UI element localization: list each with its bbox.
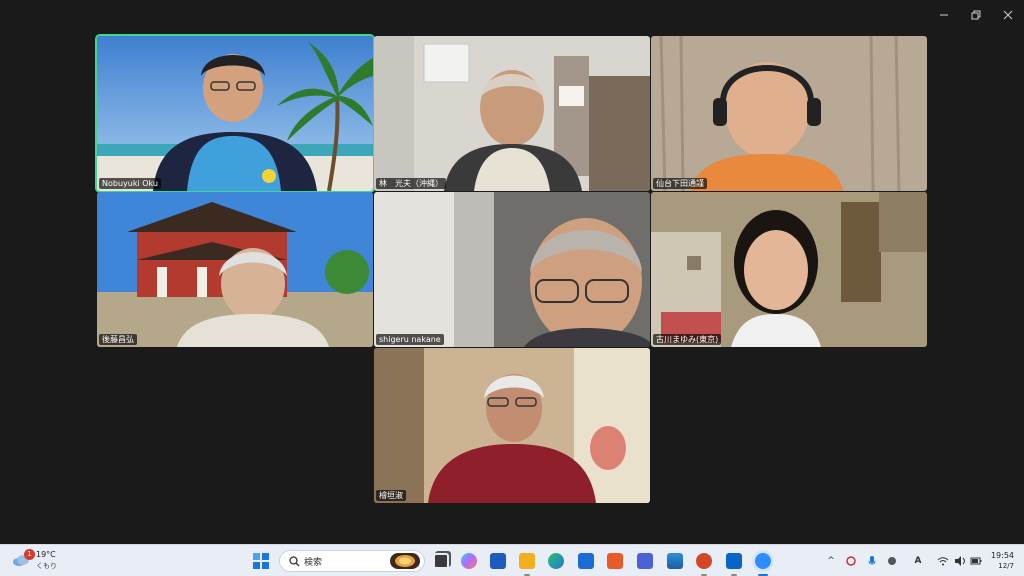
- wifi-icon[interactable]: [937, 555, 949, 567]
- clock-date: 12/7: [998, 562, 1014, 570]
- participant-name: shigeru nakane: [376, 334, 444, 345]
- video-tile-2[interactable]: 林 光夫（沖縄）: [374, 36, 650, 191]
- search-placeholder: 検索: [304, 558, 323, 568]
- restore-icon[interactable]: [960, 0, 992, 30]
- participant-video: [97, 36, 373, 191]
- participant-name: 後藤昌弘: [99, 334, 137, 345]
- copilot-icon[interactable]: [461, 553, 477, 569]
- clock-time: 19:54: [990, 551, 1014, 560]
- weather-temperature: 19°C: [36, 550, 56, 559]
- video-tile-7[interactable]: 檜垣淑: [374, 348, 650, 503]
- participant-video: [651, 192, 927, 347]
- participant-video: [97, 192, 373, 347]
- participant-name: 古川まゆみ(東京): [653, 334, 722, 345]
- zoom-meeting-window: Nobuyuki Oku 林 光夫（沖縄） 仙台下田通謹 後藤昌弘 shiger…: [0, 0, 1024, 576]
- store-icon[interactable]: [578, 553, 594, 569]
- participant-video: [374, 36, 650, 191]
- app-icon[interactable]: [637, 553, 653, 569]
- windows-start-icon[interactable]: [253, 553, 269, 569]
- video-tile-3[interactable]: 仙台下田通謹: [651, 36, 927, 191]
- powerpoint-icon[interactable]: [696, 553, 712, 569]
- participant-name: 仙台下田通謹: [653, 178, 707, 189]
- battery-icon[interactable]: [970, 555, 982, 567]
- weather-widget[interactable]: 1 19°C くもり: [8, 549, 68, 573]
- participant-video: [374, 192, 650, 347]
- taskbar-search[interactable]: 検索: [279, 550, 425, 572]
- video-tile-5[interactable]: shigeru nakane: [374, 192, 650, 347]
- video-tile-1[interactable]: Nobuyuki Oku: [95, 34, 375, 193]
- minimize-icon[interactable]: [928, 0, 960, 30]
- video-tile-6[interactable]: 古川まゆみ(東京): [651, 192, 927, 347]
- security-icon[interactable]: [845, 555, 857, 567]
- participant-video: [651, 36, 927, 191]
- word-icon[interactable]: [490, 553, 506, 569]
- video-tile-4[interactable]: 後藤昌弘: [97, 192, 373, 347]
- participant-name: 檜垣淑: [376, 490, 406, 501]
- file-explorer-icon[interactable]: [519, 553, 535, 569]
- participant-name: Nobuyuki Oku: [99, 178, 161, 189]
- app-tray-icon[interactable]: [886, 555, 898, 567]
- outlook-icon[interactable]: [726, 553, 742, 569]
- window-controls: [928, 0, 1024, 30]
- search-highlight-image: [390, 553, 420, 569]
- taskbar: 1 19°C くもり 検索 ^ A 19:54 12/7: [0, 544, 1024, 576]
- participant-video: [374, 348, 650, 503]
- microphone-icon[interactable]: [866, 555, 878, 567]
- participant-name: 林 光夫（沖縄）: [376, 178, 446, 189]
- edge-icon[interactable]: [548, 553, 564, 569]
- notification-badge: 1: [24, 549, 35, 560]
- show-hidden-icons-chevron[interactable]: ^: [825, 555, 837, 567]
- zoom-icon[interactable]: [755, 553, 771, 569]
- photos-icon[interactable]: [667, 553, 683, 569]
- ime-indicator[interactable]: A: [912, 555, 924, 567]
- app-icon[interactable]: [607, 553, 623, 569]
- close-icon[interactable]: [992, 0, 1024, 30]
- volume-icon[interactable]: [954, 555, 966, 567]
- weather-condition: くもり: [36, 562, 57, 570]
- taskbar-clock[interactable]: 19:54 12/7: [991, 550, 1014, 572]
- search-icon: [289, 556, 300, 567]
- task-view-icon[interactable]: [433, 553, 449, 569]
